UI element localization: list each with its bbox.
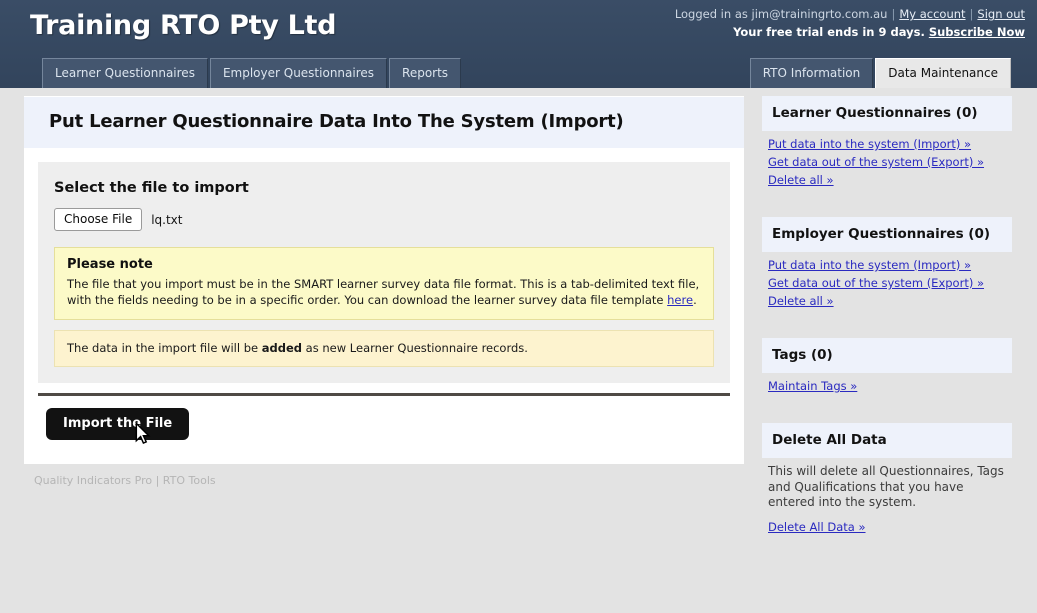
- tab-learner-questionnaires[interactable]: Learner Questionnaires: [42, 58, 208, 88]
- link-employer-import[interactable]: Put data into the system (Import) »: [768, 258, 971, 272]
- separator-1: |: [891, 7, 896, 21]
- sign-out-link[interactable]: Sign out: [977, 7, 1025, 21]
- card-tags: Tags (0) Maintain Tags »: [762, 338, 1012, 393]
- added-emphasis: added: [261, 341, 303, 355]
- file-input-row: Choose File lq.txt: [54, 208, 714, 231]
- page-body: Put Learner Questionnaire Data Into The …: [0, 88, 1037, 613]
- import-the-file-button[interactable]: Import the File: [46, 408, 190, 440]
- tab-reports[interactable]: Reports: [389, 58, 462, 88]
- separator-2: |: [969, 7, 974, 21]
- link-maintain-tags[interactable]: Maintain Tags »: [768, 379, 857, 393]
- choose-file-button[interactable]: Choose File: [54, 208, 143, 231]
- page-title: Put Learner Questionnaire Data Into The …: [24, 96, 744, 148]
- link-employer-delete-all[interactable]: Delete all »: [768, 294, 834, 308]
- card-delete-all-data: Delete All Data This will delete all Que…: [762, 423, 1012, 534]
- card-title-delete-all-data: Delete All Data: [762, 423, 1012, 458]
- sidebar: Learner Questionnaires (0) Put data into…: [762, 96, 1012, 540]
- please-note-box: Please note The file that you import mus…: [54, 247, 714, 320]
- card-links-delete-all-data: Delete All Data »: [762, 514, 1012, 534]
- card-links-employer-questionnaires: Put data into the system (Import) » Get …: [762, 252, 1012, 308]
- note-text-part-1: The file that you import must be in the …: [67, 277, 700, 307]
- section-divider: [38, 393, 730, 396]
- link-learner-delete-all[interactable]: Delete all »: [768, 173, 834, 187]
- tab-employer-questionnaires[interactable]: Employer Questionnaires: [209, 58, 388, 88]
- template-download-link[interactable]: here: [667, 293, 693, 307]
- card-employer-questionnaires: Employer Questionnaires (0) Put data int…: [762, 217, 1012, 308]
- logged-in-label: Logged in as: [674, 7, 752, 21]
- link-delete-all-data[interactable]: Delete All Data »: [768, 520, 866, 534]
- added-text-part-2: as new Learner Questionnaire records.: [302, 341, 528, 355]
- note-text-part-2: .: [693, 292, 697, 307]
- selected-file-name: lq.txt: [151, 212, 183, 227]
- tab-data-maintenance[interactable]: Data Maintenance: [875, 58, 1011, 88]
- added-records-notice: The data in the import file will be adde…: [54, 330, 714, 367]
- primary-nav-tabs: Learner Questionnaires Employer Question…: [42, 58, 463, 88]
- card-title-employer-questionnaires: Employer Questionnaires (0): [762, 217, 1012, 252]
- footer-text: Quality Indicators Pro | RTO Tools: [34, 474, 216, 487]
- link-learner-import[interactable]: Put data into the system (Import) »: [768, 137, 971, 151]
- select-file-heading: Select the file to import: [54, 180, 249, 196]
- site-header: Training RTO Pty Ltd Logged in as jim@tr…: [0, 0, 1037, 88]
- subscribe-now-link[interactable]: Subscribe Now: [929, 25, 1025, 39]
- secondary-nav-tabs: RTO Information Data Maintenance: [749, 58, 1011, 88]
- user-email: jim@trainingrto.com.au: [751, 7, 888, 21]
- note-body: The file that you import must be in the …: [67, 277, 701, 308]
- main-content: Put Learner Questionnaire Data Into The …: [24, 96, 744, 487]
- trial-bar: Your free trial ends in 9 days. Subscrib…: [733, 25, 1025, 39]
- import-action-area: Import the File: [38, 408, 730, 446]
- import-form: Select the file to import Choose File lq…: [38, 162, 730, 383]
- card-title-learner-questionnaires: Learner Questionnaires (0): [762, 96, 1012, 131]
- import-panel: Select the file to import Choose File lq…: [24, 148, 744, 464]
- card-description-delete-all-data: This will delete all Questionnaires, Tag…: [768, 464, 1004, 509]
- card-links-tags: Maintain Tags »: [762, 373, 1012, 393]
- card-links-learner-questionnaires: Put data into the system (Import) » Get …: [762, 131, 1012, 187]
- tab-rto-information[interactable]: RTO Information: [749, 58, 874, 88]
- card-learner-questionnaires: Learner Questionnaires (0) Put data into…: [762, 96, 1012, 187]
- account-bar: Logged in as jim@trainingrto.com.au | My a…: [675, 7, 1025, 21]
- trial-text: Your free trial ends in 9 days.: [733, 25, 925, 39]
- card-title-tags: Tags (0): [762, 338, 1012, 373]
- link-employer-export[interactable]: Get data out of the system (Export) »: [768, 276, 984, 290]
- added-text-part-1: The data in the import file will be: [67, 341, 262, 355]
- link-learner-export[interactable]: Get data out of the system (Export) »: [768, 155, 984, 169]
- my-account-link[interactable]: My account: [899, 7, 965, 21]
- brand-title: Training RTO Pty Ltd: [30, 10, 337, 41]
- note-title: Please note: [67, 257, 153, 272]
